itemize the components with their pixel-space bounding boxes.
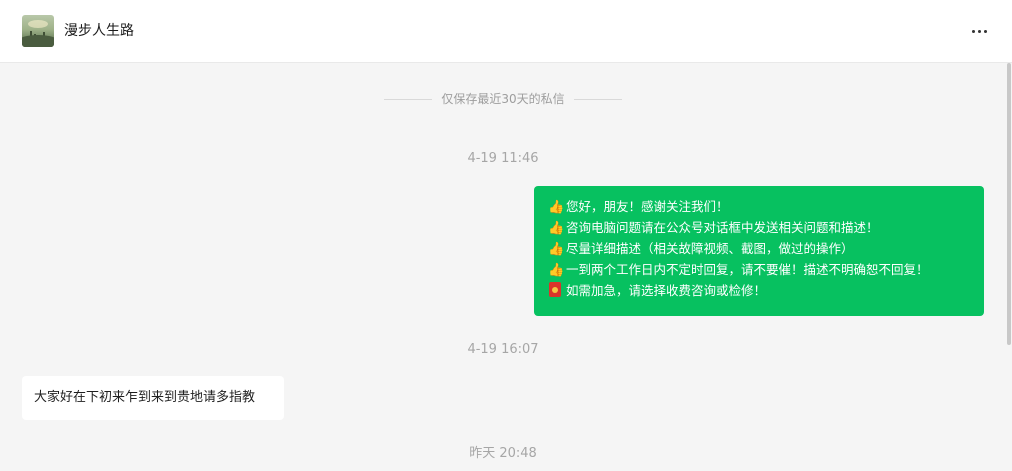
avatar-sun xyxy=(28,20,48,28)
message-line: 👍 尽量详细描述（相关故障视频、截图，做过的操作） xyxy=(548,238,976,259)
incoming-message-bubble[interactable]: 大家好在下初来乍到来到贵地请多指教 xyxy=(22,376,284,420)
timestamp: 4-19 16:07 xyxy=(467,342,539,357)
thumbs-up-icon: 👍 xyxy=(548,200,565,215)
message-line: 如需加急，请选择收费咨询或检修！ xyxy=(548,280,976,301)
more-dots-icon[interactable] xyxy=(968,22,992,40)
thumbs-up-icon: 👍 xyxy=(548,221,565,236)
outgoing-message-bubble[interactable]: 👍 您好，朋友！感谢关注我们！ 👍 咨询电脑问题请在公众号对话框中发送相关问题和描述… xyxy=(534,186,984,316)
more-dot xyxy=(972,30,975,33)
message-line-text: 如需加急，请选择收费咨询或检修！ xyxy=(566,283,767,298)
more-dot xyxy=(984,30,987,33)
chat-header: 漫步人生路 xyxy=(0,0,1012,63)
red-packet-icon xyxy=(549,282,561,297)
timestamp: 昨天 20:48 xyxy=(469,446,537,461)
message-line-text: 您好，朋友！感谢关注我们！ xyxy=(566,199,729,214)
notice-text: 仅保存最近30天的私信 xyxy=(441,92,565,106)
retention-notice: 仅保存最近30天的私信 xyxy=(0,89,1006,109)
message-line-text: 尽量详细描述（相关故障视频、截图，做过的操作） xyxy=(566,241,854,256)
contact-name: 漫步人生路 xyxy=(64,23,134,39)
avatar-hill xyxy=(22,35,54,47)
message-line: 👍 您好，朋友！感谢关注我们！ xyxy=(548,196,976,217)
message-line: 👍 一到两个工作日内不定时回复，请不要催！描述不明确恕不回复！ xyxy=(548,259,976,280)
notice-divider-right xyxy=(573,99,622,100)
message-line-text: 一到两个工作日内不定时回复，请不要催！描述不明确恕不回复！ xyxy=(566,262,929,277)
timestamp: 4-19 11:46 xyxy=(467,151,539,166)
thumbs-up-icon: 👍 xyxy=(548,242,565,257)
incoming-message-text: 大家好在下初来乍到来到贵地请多指教 xyxy=(34,390,256,405)
more-dot xyxy=(978,30,981,33)
scrollbar-thumb[interactable] xyxy=(1007,63,1011,345)
notice-divider-left xyxy=(384,99,433,100)
message-line: 👍 咨询电脑问题请在公众号对话框中发送相关问题和描述！ xyxy=(548,217,976,238)
message-list[interactable]: 仅保存最近30天的私信 4-19 11:46 👍 您好，朋友！感谢关注我们！ 👍 咨… xyxy=(0,63,1006,471)
message-line-text: 咨询电脑问题请在公众号对话框中发送相关问题和描述！ xyxy=(566,220,879,235)
scrollbar[interactable] xyxy=(1006,63,1012,471)
landscape-avatar[interactable] xyxy=(22,15,54,47)
thumbs-up-icon: 👍 xyxy=(548,263,565,278)
